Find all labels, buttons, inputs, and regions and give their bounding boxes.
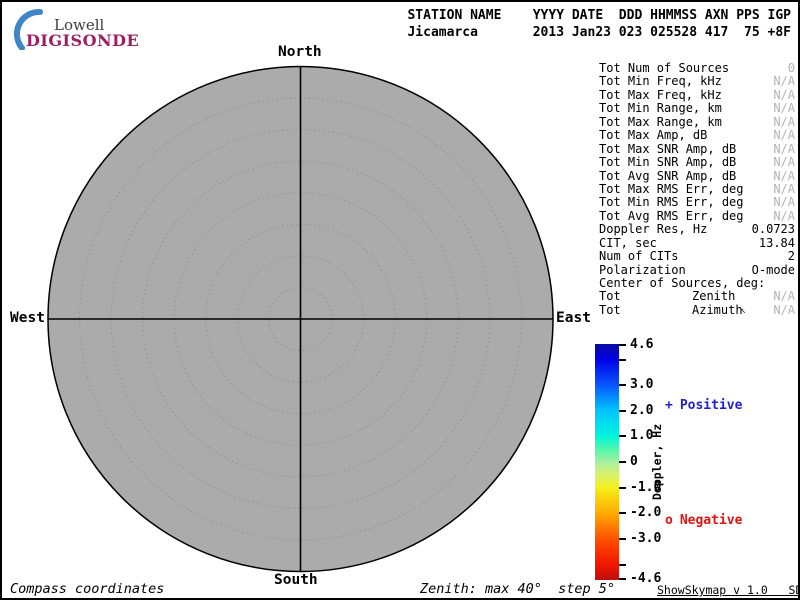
- software-version-label: ShowSkymap v 1.0 SD v 4.2: [657, 583, 800, 597]
- zenith-range-label: Zenith: max 40° step 5°: [420, 581, 615, 597]
- stat-value: N/A: [773, 290, 795, 303]
- stat-row-max-rms: Tot Max RMS Err, deg N/A: [599, 183, 795, 196]
- stat-label: Center of Sources, deg:: [599, 277, 765, 290]
- colorbar-gradient: [595, 344, 619, 580]
- stat-sublabel: Azimuth: [692, 304, 743, 317]
- stat-row-min-rms: Tot Min RMS Err, deg N/A: [599, 196, 795, 209]
- coordinate-system-label: Compass coordinates: [10, 581, 164, 597]
- stat-row-doppler-res: Doppler Res, Hz 0.0723: [599, 223, 795, 236]
- circle-icon: o: [665, 513, 673, 528]
- skymap-polar-grid: [2, 2, 602, 600]
- stat-row-polarization: Polarization O-mode: [599, 264, 795, 277]
- positive-doppler-legend: + Positive: [665, 398, 742, 413]
- doppler-colorbar: 4.6 3.0 2.0 1.0 0 -1.0 -2.0 -3.0 -4.6 Do…: [595, 344, 795, 580]
- positive-label: Positive: [680, 398, 743, 413]
- stat-label: Tot Max Freq, kHz: [599, 89, 722, 102]
- stat-value: N/A: [773, 116, 795, 129]
- stat-value: N/A: [773, 170, 795, 183]
- stat-label: Tot Min SNR Amp, dB: [599, 156, 736, 169]
- negative-label: Negative: [680, 513, 743, 528]
- stat-value: N/A: [773, 196, 795, 209]
- stat-row-min-range: Tot Min Range, km N/A: [599, 102, 795, 115]
- stat-label: Tot: [599, 304, 621, 317]
- stat-label: Tot Min Range, km: [599, 102, 722, 115]
- statistics-panel: Tot Num of Sources 0 Tot Min Freq, kHz N/A…: [599, 62, 795, 317]
- compass-label-south: South: [274, 572, 318, 588]
- stat-value: N/A: [773, 210, 795, 223]
- stat-row-avg-snr: Tot Avg SNR Amp, dB N/A: [599, 170, 795, 183]
- stat-value: 0: [788, 62, 795, 75]
- stat-value: N/A: [773, 75, 795, 88]
- mouse-cursor-icon: ↖: [740, 304, 746, 317]
- stat-row-min-freq: Tot Min Freq, kHz N/A: [599, 75, 795, 88]
- compass-label-west: West: [10, 310, 45, 326]
- stat-value: N/A: [773, 304, 795, 317]
- stat-label: Tot Max Range, km: [599, 116, 722, 129]
- stat-value: N/A: [773, 129, 795, 142]
- skymap-window: Lowell DIGISONDE STATION NAME YYYY DATE …: [0, 0, 800, 600]
- stat-label: Tot: [599, 290, 621, 303]
- stat-row-num-cits: Num of CITs 2: [599, 250, 795, 263]
- stat-row-min-snr: Tot Min SNR Amp, dB N/A: [599, 156, 795, 169]
- compass-label-north: North: [278, 44, 322, 60]
- negative-doppler-legend: o Negative: [665, 513, 742, 528]
- stat-value: 0.0723: [752, 223, 795, 236]
- stat-label: CIT, sec: [599, 237, 657, 250]
- stat-label: Tot Avg RMS Err, deg: [599, 210, 744, 223]
- stat-value: N/A: [773, 156, 795, 169]
- stat-value: 2: [788, 250, 795, 263]
- stat-row-tot-azimuth: Tot Azimuth↖ N/A: [599, 304, 795, 317]
- stat-label: Tot Max Amp, dB: [599, 129, 707, 142]
- stat-value: 13.84: [759, 237, 795, 250]
- stat-row-max-snr: Tot Max SNR Amp, dB N/A: [599, 143, 795, 156]
- stat-row-num-sources: Tot Num of Sources 0: [599, 62, 795, 75]
- stat-row-max-amp: Tot Max Amp, dB N/A: [599, 129, 795, 142]
- stat-value: N/A: [773, 102, 795, 115]
- stat-row-avg-rms: Tot Avg RMS Err, deg N/A: [599, 210, 795, 223]
- colorbar-axis-label: Doppler, Hz: [650, 404, 666, 520]
- stat-row-max-range: Tot Max Range, km N/A: [599, 116, 795, 129]
- stat-label: Tot Num of Sources: [599, 62, 729, 75]
- stat-row-tot-zenith: Tot Zenith N/A: [599, 290, 795, 303]
- stat-label: Num of CITs: [599, 250, 678, 263]
- stat-label: Polarization: [599, 264, 686, 277]
- stat-label: Tot Max RMS Err, deg: [599, 183, 744, 196]
- stat-value: N/A: [773, 183, 795, 196]
- stat-row-max-freq: Tot Max Freq, kHz N/A: [599, 89, 795, 102]
- stat-row-center-sources: Center of Sources, deg:: [599, 277, 795, 290]
- skymap-plot: North South West East: [2, 2, 602, 600]
- stat-label: Tot Max SNR Amp, dB: [599, 143, 736, 156]
- stat-label: Tot Min Freq, kHz: [599, 75, 722, 88]
- stat-label: Tot Avg SNR Amp, dB: [599, 170, 736, 183]
- stat-sublabel: Zenith: [692, 290, 735, 303]
- stat-value: N/A: [773, 89, 795, 102]
- plus-icon: +: [665, 398, 673, 413]
- stat-row-cit: CIT, sec 13.84: [599, 237, 795, 250]
- compass-label-east: East: [556, 310, 591, 326]
- stat-label: Tot Min RMS Err, deg: [599, 196, 744, 209]
- stat-value: O-mode: [752, 264, 795, 277]
- stat-value: N/A: [773, 143, 795, 156]
- stat-label: Doppler Res, Hz: [599, 223, 707, 236]
